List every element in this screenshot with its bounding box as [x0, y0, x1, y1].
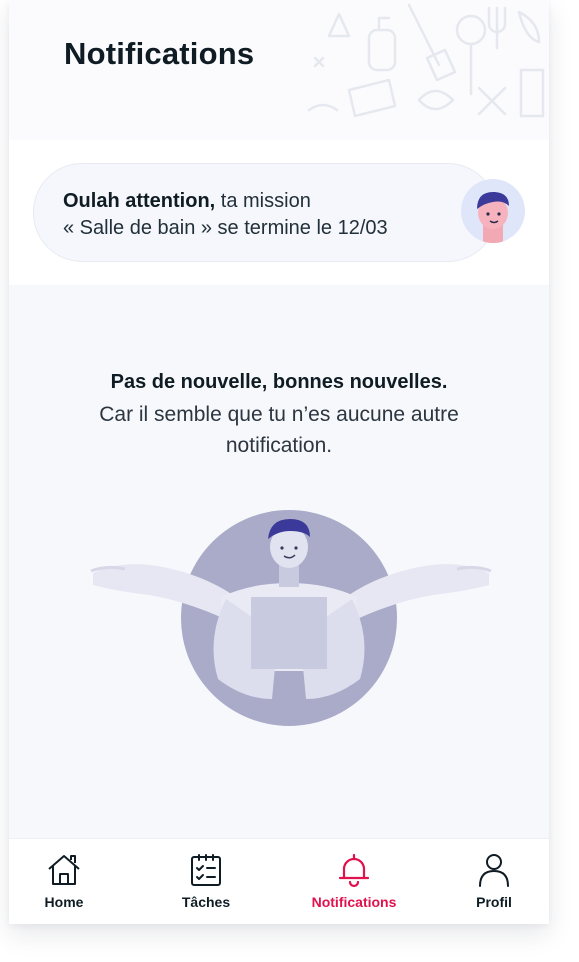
tab-notifications[interactable]: Notifications — [299, 851, 409, 917]
notification-list: Oulah attention, ta mission « Salle de b… — [9, 145, 549, 285]
tab-taches-label: Tâches — [181, 894, 231, 910]
home-icon — [48, 855, 80, 885]
tab-home-label: Home — [44, 894, 84, 910]
user-avatar-icon — [461, 179, 525, 243]
checklist-icon — [191, 854, 221, 886]
cleaning-doodles-decoration — [307, 3, 545, 118]
tab-taches[interactable]: Tâches — [151, 851, 261, 917]
empty-state-title: Pas de nouvelle, bonnes nouvelles. — [110, 371, 448, 393]
notification-card[interactable]: Oulah attention, ta mission « Salle de b… — [33, 163, 497, 262]
user-icon — [479, 854, 509, 887]
header: Notifications — [9, 0, 549, 140]
notification-bold-text: Oulah attention, — [63, 190, 216, 212]
app-screen: Notifications Oulah attention, ta missio… — [9, 0, 549, 924]
tab-profil-label: Profil — [476, 894, 512, 910]
bell-icon — [338, 853, 370, 888]
tab-profil[interactable]: Profil — [439, 851, 549, 917]
page-title: Notifications — [64, 36, 255, 71]
empty-state: Pas de nouvelle, bonnes nouvelles. Car i… — [9, 285, 549, 838]
notification-message: Oulah attention, ta mission « Salle de b… — [63, 188, 443, 242]
empty-state-message: Car il semble que tu n’es aucune autre n… — [99, 403, 459, 457]
tab-notifications-label: Notifications — [311, 894, 397, 910]
tab-home[interactable]: Home — [9, 851, 119, 917]
bottom-tab-bar: Home Tâches Notifications Profil — [9, 838, 549, 924]
notification-text-line2: « Salle de bain » se termine le 12/03 — [63, 217, 388, 239]
notification-text-line1: ta mission — [220, 190, 311, 212]
shrugging-person-illustration — [90, 510, 492, 726]
